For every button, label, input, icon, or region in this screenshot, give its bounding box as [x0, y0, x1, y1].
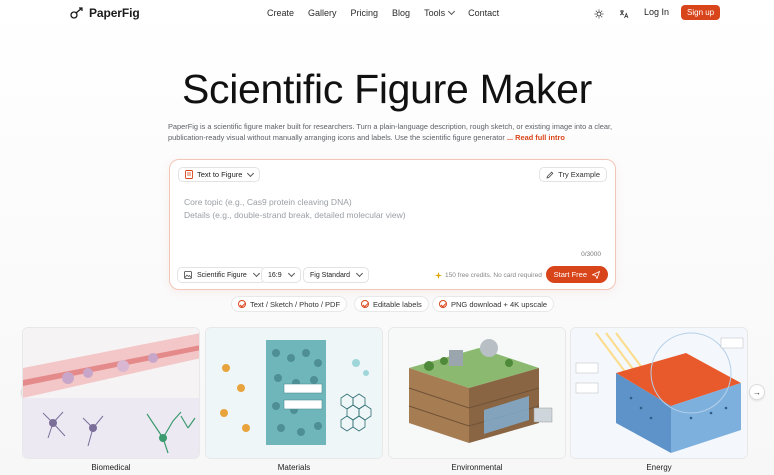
check-circle-icon [238, 300, 246, 308]
feature-label: Editable labels [373, 299, 422, 309]
chevron-down-icon [252, 269, 260, 278]
gallery-label-materials: Materials [277, 463, 311, 472]
gallery-card-biomedical[interactable] [22, 327, 200, 459]
style-label: Scientific Figure [197, 271, 247, 279]
placeholder-details: Details (e.g., double-strand break, deta… [184, 210, 406, 220]
credits-text: 150 free credits. No card required [445, 272, 542, 279]
nav-pricing[interactable]: Pricing [351, 8, 379, 18]
mode-label: Text to Figure [197, 170, 243, 179]
nav-contact[interactable]: Contact [468, 8, 499, 18]
feature-label: PNG download + 4K upscale [451, 299, 548, 309]
gallery-label-energy: Energy [646, 463, 672, 472]
sparkle-icon [435, 272, 442, 279]
chevron-down-icon [287, 269, 295, 278]
style-dropdown[interactable]: Scientific Figure [177, 267, 266, 283]
nav-blog[interactable]: Blog [392, 8, 410, 18]
biomedical-illustration [23, 328, 199, 458]
check-circle-icon [361, 300, 369, 308]
start-free-label: Start Free [553, 270, 587, 279]
start-free-button[interactable]: Start Free [545, 266, 608, 283]
quality-dropdown[interactable]: Fig Standard [303, 267, 370, 283]
nav-gallery[interactable]: Gallery [308, 8, 337, 18]
try-example-button[interactable]: Try Example [539, 167, 607, 182]
energy-illustration [571, 328, 747, 458]
signup-button[interactable]: Sign up [681, 5, 721, 20]
carousel-next-button[interactable]: → [749, 384, 765, 400]
aspect-ratio-label: 16:9 [268, 271, 282, 279]
gallery-card-environmental[interactable] [388, 327, 566, 459]
send-icon [592, 270, 600, 279]
chevron-down-icon [356, 269, 364, 278]
brand-logo[interactable]: PaperFig [70, 6, 140, 20]
gallery-label-biomedical: Biomedical [91, 463, 131, 472]
brand-name: PaperFig [89, 6, 140, 20]
logo-icon [70, 7, 83, 19]
nav-tools[interactable]: Tools [424, 7, 456, 18]
nav-create[interactable]: Create [267, 8, 294, 18]
credits-note: 150 free credits. No card required [435, 272, 542, 279]
gallery-label-environmental: Environmental [451, 463, 503, 472]
top-header: PaperFig Create Gallery Pricing Blog Too… [0, 0, 774, 28]
document-icon [185, 170, 193, 179]
theme-toggle-button[interactable] [592, 7, 606, 21]
gallery-card-energy[interactable] [570, 327, 748, 459]
image-icon [184, 271, 192, 279]
translate-icon [619, 10, 629, 19]
main-nav: Create Gallery Pricing Blog Tools Contac… [267, 7, 499, 18]
page-title: Scientific Figure Maker [181, 66, 593, 112]
try-example-label: Try Example [558, 170, 600, 179]
gallery-card-materials[interactable] [205, 327, 383, 459]
prompt-textarea[interactable]: Core topic (e.g., Cas9 protein cleaving … [184, 196, 604, 246]
materials-illustration [206, 328, 382, 458]
feature-chip-download: PNG download + 4K upscale [432, 296, 555, 312]
feature-label: Text / Sketch / Photo / PDF [250, 299, 341, 309]
chevron-down-icon [247, 169, 255, 177]
quality-label: Fig Standard [310, 271, 351, 279]
mode-dropdown[interactable]: Text to Figure [178, 167, 261, 182]
pencil-icon [546, 171, 554, 179]
feature-chip-editable: Editable labels [354, 296, 429, 312]
character-counter: 0/3000 [581, 251, 601, 258]
prompt-composer: Text to Figure Try Example Core topic (e… [169, 159, 616, 290]
sun-icon [594, 9, 604, 19]
nav-tools-label: Tools [424, 8, 446, 18]
read-full-intro-link[interactable]: ... Read full intro [507, 133, 565, 142]
check-circle-icon [439, 300, 447, 308]
arrow-right-icon: → [753, 387, 761, 397]
hero-description: PaperFig is a scientific figure maker bu… [168, 122, 628, 143]
feature-chip-inputs: Text / Sketch / Photo / PDF [231, 296, 348, 312]
environmental-illustration [389, 328, 565, 458]
aspect-ratio-dropdown[interactable]: 16:9 [261, 267, 301, 283]
language-button[interactable] [617, 7, 631, 21]
chevron-down-icon [448, 7, 456, 16]
placeholder-topic: Core topic (e.g., Cas9 protein cleaving … [184, 197, 352, 207]
login-link[interactable]: Log In [644, 7, 669, 17]
